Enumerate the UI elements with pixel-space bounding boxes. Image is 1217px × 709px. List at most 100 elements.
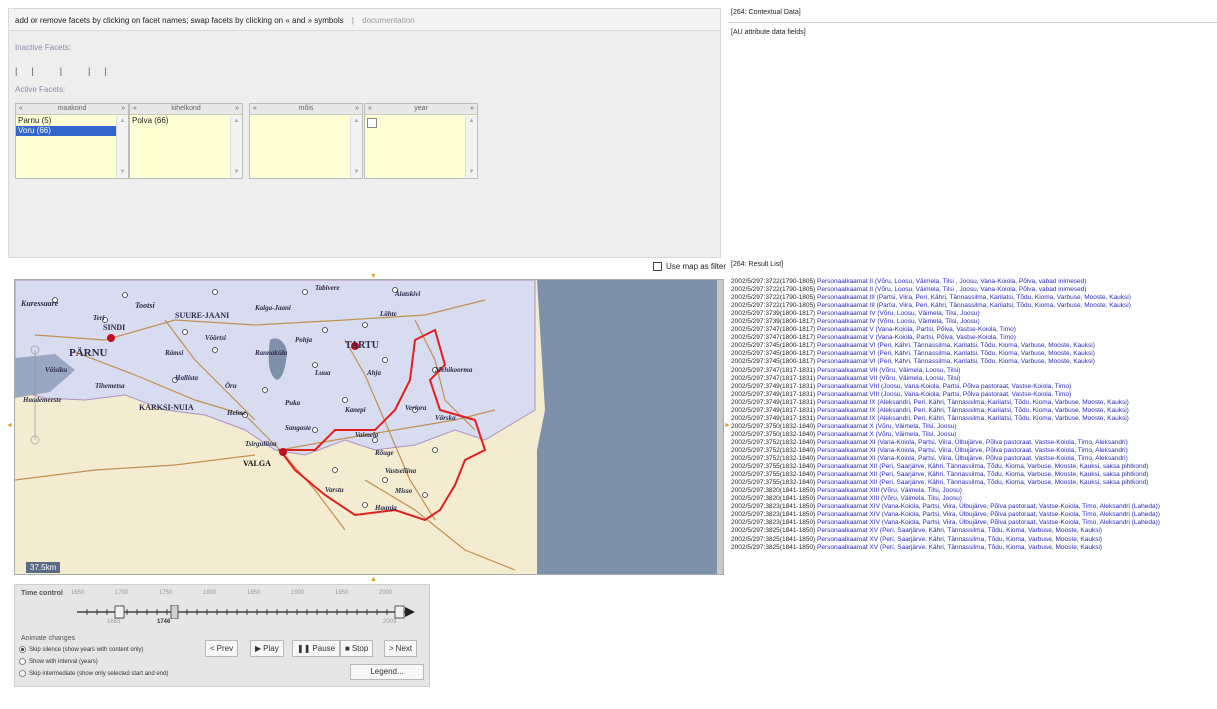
- swap-right-arrow[interactable]: »: [121, 104, 125, 114]
- result-link[interactable]: Personaalkaamat XIV (Vana-Koiola, Partsi…: [817, 519, 1160, 526]
- result-link[interactable]: Personaalkaamat II (Võru, Loosu, Väimela…: [817, 286, 1086, 293]
- result-link[interactable]: Personaalkaamat XI (Vana-Koiola, Partsi,…: [817, 455, 1128, 462]
- result-row[interactable]: 2002/5/297:3823(1841-1850) Personaalkaam…: [731, 519, 1215, 527]
- result-link[interactable]: Personaalkaamat XIII (Võru, Väimela, Til…: [817, 487, 962, 494]
- pause-button[interactable]: ❚❚ Pause: [292, 640, 341, 657]
- facet-header-maakond[interactable]: « maakond »: [16, 104, 128, 115]
- result-row[interactable]: 2002/5/297:3752(1832-1840) Personaalkaam…: [731, 447, 1215, 455]
- result-link[interactable]: Personaalkaamat VIII (Joosu, Vana-Koiola…: [817, 391, 1071, 398]
- radio-selected-icon[interactable]: [19, 646, 26, 653]
- facet-name[interactable]: kihelkond: [171, 105, 201, 112]
- inactive-facets-bars[interactable]: | | | | |: [15, 66, 121, 76]
- facet-header-year[interactable]: « year »: [365, 104, 477, 115]
- scroll-down-icon[interactable]: ▼: [118, 168, 127, 177]
- pan-right-icon[interactable]: ►: [724, 422, 731, 429]
- swap-left-arrow[interactable]: «: [133, 104, 137, 114]
- result-row[interactable]: 2002/5/297:3747(1817-1831) Personaalkaam…: [731, 367, 1215, 375]
- result-link[interactable]: Personaalkaamat XI (Vana-Koiola, Partsi,…: [817, 447, 1128, 454]
- result-row[interactable]: 2002/5/297:3755(1832-1840) Personaalkaam…: [731, 479, 1215, 487]
- result-row[interactable]: 2002/5/297:3745(1800-1817) Personaalkaam…: [731, 342, 1215, 350]
- prev-button[interactable]: < Prev: [205, 640, 239, 657]
- swap-right-arrow[interactable]: »: [235, 104, 239, 114]
- result-link[interactable]: Personaalkaamat IX (Aleksandri, Peri, Kä…: [817, 399, 1129, 406]
- scroll-up-icon[interactable]: ▲: [352, 117, 361, 126]
- result-link[interactable]: Personaalkaamat VIII (Joosu, Vana-Koiola…: [817, 383, 1071, 390]
- swap-left-arrow[interactable]: «: [19, 104, 23, 114]
- scroll-up-icon[interactable]: ▲: [232, 117, 241, 126]
- swap-left-arrow[interactable]: «: [368, 104, 372, 114]
- facet-scrollbar[interactable]: ▲ ▼: [350, 116, 362, 178]
- facet-header-mois[interactable]: « mõis »: [250, 104, 362, 115]
- result-row[interactable]: 2002/5/297:3722(1790-1805) Personaalkaam…: [731, 278, 1215, 286]
- result-link[interactable]: Personaalkaamat VI (Peri, Kähri, Tännass…: [817, 358, 1095, 365]
- stop-button[interactable]: ■ Stop: [340, 640, 374, 657]
- year-checkbox[interactable]: [367, 118, 377, 128]
- result-row[interactable]: 2002/5/297:3825(1841-1850) Personaalkaam…: [731, 527, 1215, 535]
- result-row[interactable]: 2002/5/297:3739(1800-1817) Personaalkaam…: [731, 310, 1215, 318]
- result-link[interactable]: Personaalkaamat VII (Võru, Väimela, Loos…: [817, 375, 960, 382]
- result-link[interactable]: Personaalkaamat XV (Peri, Saarjärve, Käh…: [817, 527, 1102, 534]
- result-link[interactable]: Personaalkaamat III (Partsi, Viira, Peri…: [817, 294, 1131, 301]
- result-link[interactable]: Personaalkaamat X (Võru, Väimela, Tilsi,…: [817, 423, 956, 430]
- result-link[interactable]: Personaalkaamat IV (Võru, Loosu, Väimela…: [817, 310, 980, 317]
- result-link[interactable]: Personaalkaamat IX (Aleksandri, Peri, Kä…: [817, 415, 1129, 422]
- radio-show-interval[interactable]: Show with interval (years): [19, 658, 98, 665]
- result-row[interactable]: 2002/5/297:3820(1841-1850) Personaalkaam…: [731, 487, 1215, 495]
- checkbox-icon[interactable]: [653, 262, 662, 272]
- facet-scrollbar[interactable]: ▲ ▼: [116, 116, 128, 178]
- result-row[interactable]: 2002/5/297:3745(1800-1817) Personaalkaam…: [731, 358, 1215, 366]
- result-link[interactable]: Personaalkaamat XIII (Võru, Väimela, Til…: [817, 495, 962, 502]
- result-row[interactable]: 2002/5/297:3750(1832-1840) Personaalkaam…: [731, 431, 1215, 439]
- legend-button[interactable]: Legend...: [350, 664, 424, 680]
- result-row[interactable]: 2002/5/297:3755(1832-1840) Personaalkaam…: [731, 471, 1215, 479]
- pan-up-icon[interactable]: ▼: [370, 273, 377, 280]
- result-row[interactable]: 2002/5/297:3752(1832-1840) Personaalkaam…: [731, 439, 1215, 447]
- result-link[interactable]: Personaalkaamat XI (Vana-Koiola, Partsi,…: [817, 439, 1128, 446]
- documentation-link[interactable]: documentation: [362, 16, 414, 25]
- result-row[interactable]: 2002/5/297:3722(1790-1805) Personaalkaam…: [731, 286, 1215, 294]
- result-link[interactable]: Personaalkaamat VI (Peri, Kähri, Tännass…: [817, 342, 1095, 349]
- pan-down-icon[interactable]: ▲: [370, 576, 377, 583]
- facet-name[interactable]: year: [414, 105, 428, 112]
- pan-left-icon[interactable]: ◄: [6, 422, 13, 429]
- result-link[interactable]: Personaalkaamat XII (Peri, Saarjärve, Kä…: [817, 463, 1148, 470]
- radio-skip-intermediate[interactable]: Skip intermediate (show only selected st…: [19, 670, 168, 677]
- map-view[interactable]: Kuressaare Tootsi SUURE-JAANI Tabivere A…: [14, 279, 724, 575]
- facet-scrollbar[interactable]: ▲ ▼: [230, 116, 242, 178]
- result-row[interactable]: 2002/5/297:3752(1832-1840) Personaalkaam…: [731, 455, 1215, 463]
- result-link[interactable]: Personaalkaamat V (Vana-Koiola, Partsi, …: [817, 326, 1016, 333]
- result-link[interactable]: Personaalkaamat V (Vana-Koiola, Partsi, …: [817, 334, 1016, 341]
- map-filter-checkbox[interactable]: Use map as filter: [653, 262, 726, 272]
- result-link[interactable]: Personaalkaamat XV (Peri, Saarjärve, Käh…: [817, 536, 1102, 543]
- facet-scrollbar[interactable]: ▲ ▼: [465, 116, 477, 178]
- result-link[interactable]: Personaalkaamat VII (Võru, Väimela, Loos…: [817, 367, 960, 374]
- result-row[interactable]: 2002/5/297:3750(1832-1840) Personaalkaam…: [731, 423, 1215, 431]
- timeline-slider[interactable]: [75, 605, 415, 619]
- result-row[interactable]: 2002/5/297:3755(1832-1840) Personaalkaam…: [731, 463, 1215, 471]
- scroll-down-icon[interactable]: ▼: [352, 168, 361, 177]
- result-row[interactable]: 2002/5/297:3722(1790-1805) Personaalkaam…: [731, 294, 1215, 302]
- scroll-up-icon[interactable]: ▲: [118, 117, 127, 126]
- result-row[interactable]: 2002/5/297:3825(1841-1850) Personaalkaam…: [731, 544, 1215, 552]
- result-row[interactable]: 2002/5/297:3749(1817-1831) Personaalkaam…: [731, 415, 1215, 423]
- scroll-down-icon[interactable]: ▼: [467, 168, 476, 177]
- result-row[interactable]: 2002/5/297:3749(1817-1831) Personaalkaam…: [731, 407, 1215, 415]
- facet-name[interactable]: mõis: [299, 105, 314, 112]
- result-row[interactable]: 2002/5/297:3749(1817-1831) Personaalkaam…: [731, 391, 1215, 399]
- radio-skip-silence[interactable]: Skip silence (show years with content on…: [19, 646, 143, 653]
- result-link[interactable]: Personaalkaamat XII (Peri, Saarjärve, Kä…: [817, 471, 1148, 478]
- scroll-down-icon[interactable]: ▼: [232, 168, 241, 177]
- result-link[interactable]: Personaalkaamat XIV (Vana-Koiola, Partsi…: [817, 511, 1160, 518]
- result-row[interactable]: 2002/5/297:3745(1800-1817) Personaalkaam…: [731, 350, 1215, 358]
- facet-header-kihelkond[interactable]: « kihelkond »: [130, 104, 242, 115]
- radio-icon[interactable]: [19, 658, 26, 665]
- swap-right-arrow[interactable]: »: [355, 104, 359, 114]
- map-canvas[interactable]: Kuressaare Tootsi SUURE-JAANI Tabivere A…: [15, 280, 724, 575]
- facet-item[interactable]: Polva (66): [130, 116, 230, 126]
- play-button[interactable]: ▶ Play: [250, 640, 284, 657]
- facet-name[interactable]: maakond: [58, 105, 87, 112]
- result-row[interactable]: 2002/5/297:3825(1841-1850) Personaalkaam…: [731, 536, 1215, 544]
- next-button[interactable]: > Next: [384, 640, 418, 657]
- result-link[interactable]: Personaalkaamat II (Võru, Loosu, Väimela…: [817, 278, 1086, 285]
- result-row[interactable]: 2002/5/297:3747(1817-1831) Personaalkaam…: [731, 375, 1215, 383]
